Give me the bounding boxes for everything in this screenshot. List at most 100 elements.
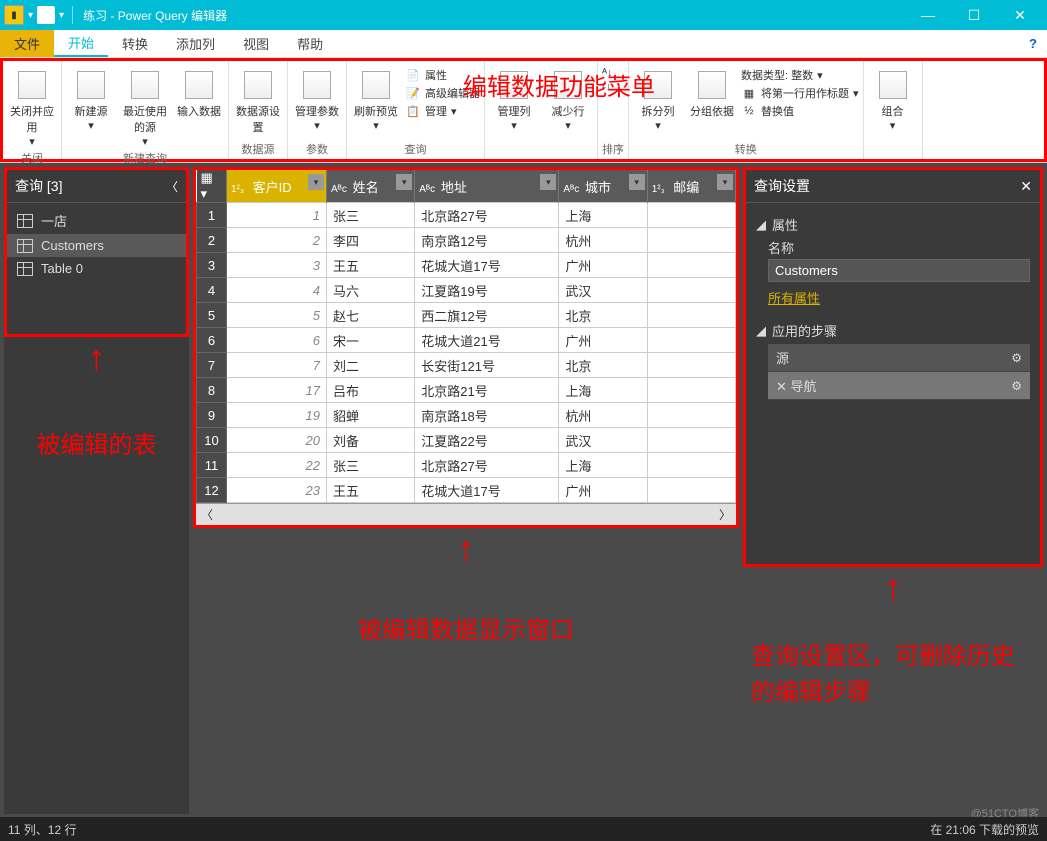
cell[interactable]: 赵七 bbox=[327, 303, 415, 328]
cell[interactable]: 4 bbox=[227, 278, 327, 303]
filter-dropdown-icon[interactable]: ▾ bbox=[629, 174, 645, 190]
filter-dropdown-icon[interactable]: ▾ bbox=[396, 174, 412, 190]
applied-steps-section[interactable]: ◢ 应用的步骤 bbox=[756, 321, 1030, 340]
table-row[interactable]: 1020刘备江夏路22号武汉 bbox=[197, 428, 736, 453]
qat-dropdown-icon[interactable]: ▾ bbox=[28, 10, 33, 21]
table-row[interactable]: 11张三北京路27号上海 bbox=[197, 203, 736, 228]
table-row[interactable]: 66宋一花城大道21号广州 bbox=[197, 328, 736, 353]
query-item[interactable]: 一店 bbox=[7, 207, 186, 234]
cell[interactable]: 张三 bbox=[327, 203, 415, 228]
cell[interactable]: 北京 bbox=[559, 353, 647, 378]
table-corner[interactable]: ▦ ▾ bbox=[197, 170, 227, 203]
datatype-button[interactable]: 数据类型: 整数 ▾ bbox=[741, 67, 859, 83]
group-by-button[interactable]: 分组依据 bbox=[687, 67, 737, 119]
refresh-preview-button[interactable]: 刷新预览▾ bbox=[351, 67, 401, 132]
table-row[interactable]: 1122张三北京路27号上海 bbox=[197, 453, 736, 478]
table-row[interactable]: 1223王五花城大道17号广州 bbox=[197, 478, 736, 503]
cell[interactable]: 7 bbox=[227, 353, 327, 378]
cell[interactable] bbox=[647, 303, 735, 328]
cell[interactable]: 1 bbox=[227, 203, 327, 228]
cell[interactable]: 南京路18号 bbox=[415, 403, 559, 428]
cell[interactable]: 杭州 bbox=[559, 228, 647, 253]
cell[interactable]: 22 bbox=[227, 453, 327, 478]
maximize-button[interactable]: ☐ bbox=[951, 0, 997, 30]
table-row[interactable]: 33王五花城大道17号广州 bbox=[197, 253, 736, 278]
cell[interactable]: 广州 bbox=[559, 328, 647, 353]
manage-params-button[interactable]: 管理参数▾ bbox=[292, 67, 342, 132]
cell[interactable] bbox=[647, 353, 735, 378]
table-row[interactable]: 817吕布北京路21号上海 bbox=[197, 378, 736, 403]
table-row[interactable]: 22李四南京路12号杭州 bbox=[197, 228, 736, 253]
cell[interactable]: 广州 bbox=[559, 478, 647, 503]
cell[interactable] bbox=[647, 203, 735, 228]
cell[interactable]: 3 bbox=[227, 253, 327, 278]
cell[interactable]: 貂蝉 bbox=[327, 403, 415, 428]
cell[interactable]: 2 bbox=[227, 228, 327, 253]
cell[interactable]: 西二旗12号 bbox=[415, 303, 559, 328]
column-header[interactable]: 1²₃ 邮编▾ bbox=[647, 170, 735, 203]
cell[interactable] bbox=[647, 403, 735, 428]
properties-section[interactable]: ◢ 属性 bbox=[756, 215, 1030, 234]
data-grid[interactable]: ▦ ▾1²₃ 客户ID▾Aᴮc 姓名▾Aᴮc 地址▾Aᴮc 城市▾1²₃ 邮编▾… bbox=[196, 170, 736, 503]
save-dropdown-icon[interactable]: ▾ bbox=[59, 10, 64, 21]
recent-sources-button[interactable]: 最近使用的源▾ bbox=[120, 67, 170, 148]
cell[interactable]: 吕布 bbox=[327, 378, 415, 403]
tab-help[interactable]: 帮助 bbox=[283, 30, 337, 57]
table-row[interactable]: 77刘二长安街121号北京 bbox=[197, 353, 736, 378]
query-item[interactable]: Customers bbox=[7, 234, 186, 257]
filter-dropdown-icon[interactable]: ▾ bbox=[540, 174, 556, 190]
cell[interactable]: 宋一 bbox=[327, 328, 415, 353]
cell[interactable]: 王五 bbox=[327, 478, 415, 503]
table-row[interactable]: 55赵七西二旗12号北京 bbox=[197, 303, 736, 328]
enter-data-button[interactable]: 输入数据 bbox=[174, 67, 224, 119]
gear-icon[interactable]: ⚙ bbox=[1011, 351, 1022, 365]
cell[interactable]: 花城大道17号 bbox=[415, 253, 559, 278]
cell[interactable]: 23 bbox=[227, 478, 327, 503]
cell[interactable]: 江夏路22号 bbox=[415, 428, 559, 453]
cell[interactable]: 马六 bbox=[327, 278, 415, 303]
cell[interactable] bbox=[647, 278, 735, 303]
manage-button[interactable]: 📋管理 ▾ bbox=[405, 103, 480, 119]
queries-header[interactable]: 查询 [3]〈 bbox=[7, 170, 186, 203]
cell[interactable]: 武汉 bbox=[559, 278, 647, 303]
cell[interactable]: 刘备 bbox=[327, 428, 415, 453]
column-header[interactable]: Aᴮc 姓名▾ bbox=[327, 170, 415, 203]
cell[interactable]: 上海 bbox=[559, 453, 647, 478]
column-header[interactable]: 1²₃ 客户ID▾ bbox=[227, 170, 327, 203]
name-field[interactable]: Customers bbox=[768, 259, 1030, 282]
cell[interactable]: 广州 bbox=[559, 253, 647, 278]
cell[interactable]: 6 bbox=[227, 328, 327, 353]
new-source-button[interactable]: 新建源▾ bbox=[66, 67, 116, 132]
filter-dropdown-icon[interactable]: ▾ bbox=[308, 174, 324, 190]
cell[interactable]: 20 bbox=[227, 428, 327, 453]
cell[interactable]: 上海 bbox=[559, 378, 647, 403]
column-header[interactable]: Aᴮc 地址▾ bbox=[415, 170, 559, 203]
cell[interactable] bbox=[647, 328, 735, 353]
minimize-button[interactable]: — bbox=[905, 0, 951, 30]
cell[interactable]: 江夏路19号 bbox=[415, 278, 559, 303]
cell[interactable]: 张三 bbox=[327, 453, 415, 478]
filter-dropdown-icon[interactable]: ▾ bbox=[717, 174, 733, 190]
table-row[interactable]: 44马六江夏路19号武汉 bbox=[197, 278, 736, 303]
gear-icon[interactable]: ⚙ bbox=[1011, 379, 1022, 393]
cell[interactable]: 19 bbox=[227, 403, 327, 428]
cell[interactable] bbox=[647, 478, 735, 503]
cell[interactable]: 李四 bbox=[327, 228, 415, 253]
tab-file[interactable]: 文件 bbox=[0, 30, 54, 57]
tab-home[interactable]: 开始 bbox=[54, 30, 108, 57]
cell[interactable]: 长安街121号 bbox=[415, 353, 559, 378]
cell[interactable]: 花城大道17号 bbox=[415, 478, 559, 503]
all-properties-link[interactable]: 所有属性 bbox=[768, 288, 1030, 307]
cell[interactable]: 5 bbox=[227, 303, 327, 328]
combine-button[interactable]: 组合▾ bbox=[868, 67, 918, 132]
cell[interactable]: 上海 bbox=[559, 203, 647, 228]
tab-view[interactable]: 视图 bbox=[229, 30, 283, 57]
tab-transform[interactable]: 转换 bbox=[108, 30, 162, 57]
cell[interactable]: 北京 bbox=[559, 303, 647, 328]
applied-step[interactable]: ✕ 导航⚙ bbox=[768, 372, 1030, 400]
cell[interactable]: 武汉 bbox=[559, 428, 647, 453]
cell[interactable]: 刘二 bbox=[327, 353, 415, 378]
save-icon[interactable] bbox=[37, 6, 55, 24]
replace-values-button[interactable]: ½替换值 bbox=[741, 103, 859, 119]
applied-step[interactable]: 源⚙ bbox=[768, 344, 1030, 372]
